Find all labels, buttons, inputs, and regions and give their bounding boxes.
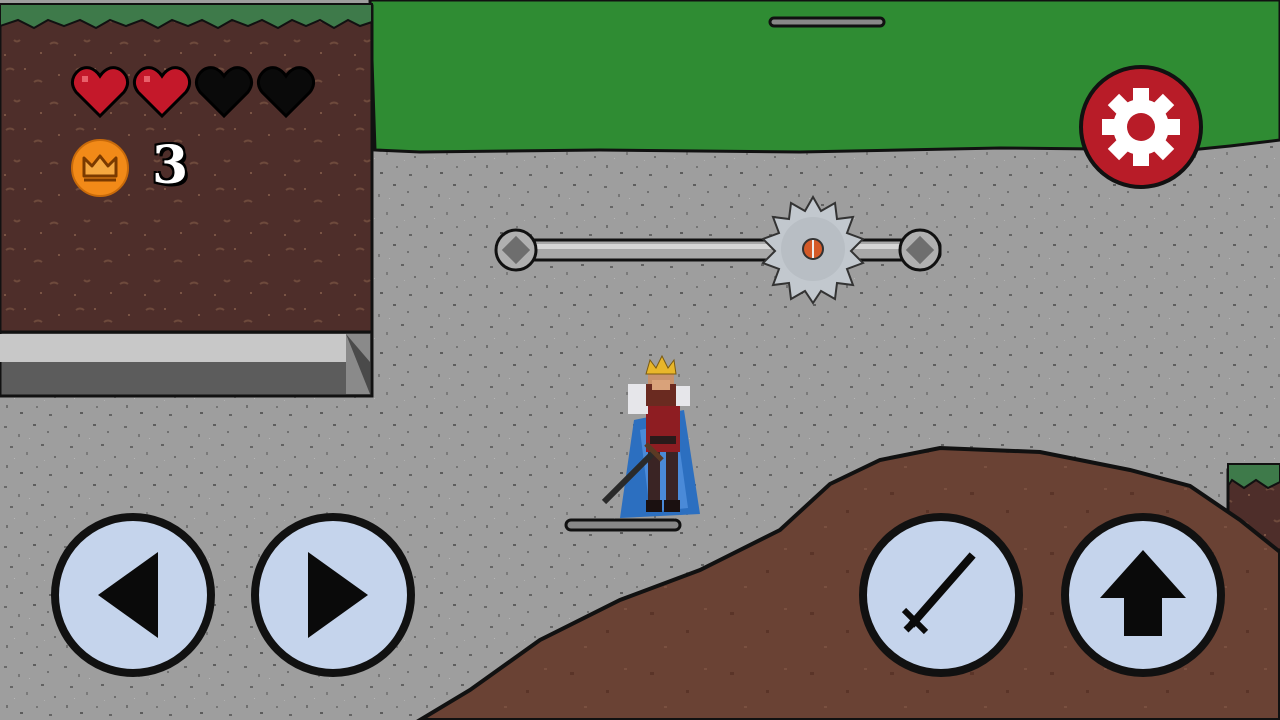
arrow-left-icon	[51, 513, 215, 677]
heart-full-icon	[132, 66, 192, 119]
hearts-svg	[70, 66, 316, 119]
arrow-up-icon	[1061, 513, 1225, 677]
health-hearts	[70, 62, 320, 122]
heart-full-icon	[70, 66, 130, 119]
sword-icon	[859, 513, 1023, 677]
coin-count: 3	[152, 135, 189, 196]
move-right-button[interactable]	[248, 510, 418, 680]
crown-coin-icon	[70, 138, 130, 198]
gear-icon	[1079, 65, 1203, 189]
jump-button[interactable]	[1058, 510, 1228, 680]
heart-empty-icon	[194, 66, 254, 119]
arrow-right-icon	[251, 513, 415, 677]
move-left-button[interactable]	[48, 510, 218, 680]
coin-counter: 3	[70, 135, 270, 198]
attack-button[interactable]	[856, 510, 1026, 680]
settings-button[interactable]	[1078, 64, 1204, 190]
heart-empty-icon	[256, 66, 316, 119]
